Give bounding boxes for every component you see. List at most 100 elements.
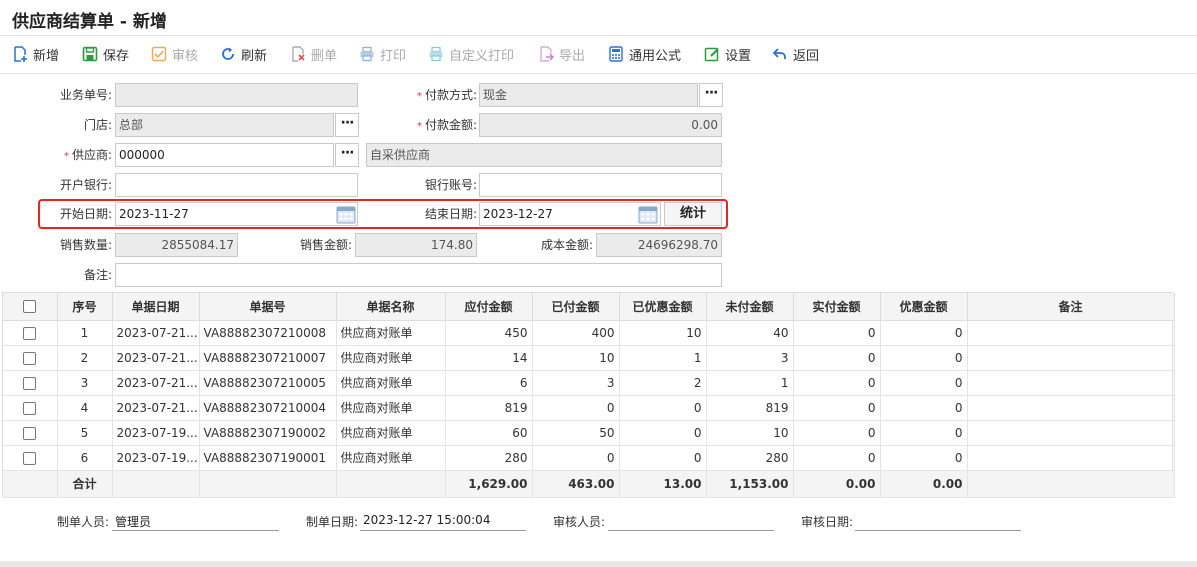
cell-payable: 60 — [445, 420, 533, 446]
cell-actual-paid[interactable]: 0 — [793, 320, 881, 346]
pay-method-picker-button[interactable]: ··· — [699, 83, 723, 107]
cell-discount[interactable]: 0 — [880, 420, 968, 446]
audit-button[interactable]: 审核 — [151, 44, 198, 64]
stat-button[interactable]: 统计 — [664, 202, 722, 226]
supplier-code-field[interactable]: 000000 — [115, 143, 334, 167]
delete-button[interactable]: 删单 — [290, 44, 337, 64]
cell-remark[interactable] — [967, 445, 1175, 471]
cell-remark[interactable] — [967, 320, 1175, 346]
column-header[interactable]: 应付金额 — [445, 293, 533, 321]
column-header[interactable]: 未付金额 — [706, 293, 794, 321]
table-row[interactable]: 3 2023-07-21... VA88882307210005 供应商对账单 6 3 2 1… — [3, 370, 1175, 396]
cell-discount[interactable]: 0 — [880, 370, 968, 396]
cell-doc-name: 供应商对账单 — [336, 320, 446, 346]
export-button-label: 导出 — [559, 48, 586, 64]
column-header[interactable]: 备注 — [967, 293, 1175, 321]
audit-check-icon — [151, 46, 167, 62]
cell-doc-name: 供应商对账单 — [336, 345, 446, 371]
cell-payable: 450 — [445, 320, 533, 346]
cell-discount[interactable]: 0 — [880, 395, 968, 421]
settings-button[interactable]: 设置 — [704, 44, 751, 64]
account-field[interactable] — [479, 173, 722, 197]
column-header[interactable]: 实付金额 — [793, 293, 881, 321]
cell-discount[interactable]: 0 — [880, 320, 968, 346]
print-button[interactable]: 打印 — [359, 44, 406, 64]
select-all-cell[interactable] — [3, 293, 58, 321]
auditor-label: 审核人员: — [553, 515, 606, 529]
cell-actual-paid[interactable]: 0 — [793, 420, 881, 446]
row-checkbox[interactable] — [23, 401, 37, 415]
pay-amount-field[interactable]: 0.00 — [479, 113, 722, 137]
total-empty-cell — [967, 470, 1175, 498]
cell-remark[interactable] — [967, 370, 1175, 396]
formula-button[interactable]: 通用公式 — [608, 44, 681, 64]
save-button[interactable]: 保存 — [82, 44, 129, 64]
column-header[interactable]: 单据号 — [199, 293, 337, 321]
printer-icon — [360, 46, 374, 62]
row-checkbox[interactable] — [23, 451, 37, 465]
column-header[interactable]: 序号 — [57, 293, 113, 321]
cell-discount[interactable]: 0 — [880, 445, 968, 471]
total-empty-cell — [3, 470, 58, 498]
start-date-field[interactable]: 2023-11-27 — [115, 202, 358, 226]
creator-label: 制单人员: — [57, 515, 110, 529]
end-date-calendar-icon[interactable] — [638, 204, 658, 224]
supplier-name-field[interactable]: 自采供应商 — [366, 143, 722, 167]
cell-no: 4 — [57, 395, 113, 421]
row-select-cell[interactable] — [3, 445, 58, 471]
row-select-cell[interactable] — [3, 320, 58, 346]
column-header[interactable]: 已付金额 — [532, 293, 620, 321]
row-select-cell[interactable] — [3, 395, 58, 421]
cell-date: 2023-07-21... — [112, 370, 200, 396]
table-row[interactable]: 1 2023-07-21... VA88882307210008 供应商对账单 450 4… — [3, 320, 1175, 346]
table-row[interactable]: 6 2023-07-19... VA88882307190001 供应商对账单 280 0… — [3, 445, 1175, 471]
refresh-button[interactable]: 刷新 — [220, 44, 267, 64]
table-row[interactable]: 2 2023-07-21... VA88882307210007 供应商对账单 14 10… — [3, 345, 1175, 371]
cell-doc-name: 供应商对账单 — [336, 420, 446, 446]
row-checkbox[interactable] — [23, 376, 37, 390]
cell-discounted: 0 — [619, 420, 707, 446]
cell-discount[interactable]: 0 — [880, 345, 968, 371]
cell-actual-paid[interactable]: 0 — [793, 370, 881, 396]
sales-qty-field[interactable]: 2855084.17 — [115, 233, 238, 257]
table-row[interactable]: 5 2023-07-19... VA88882307190002 供应商对账单 60 50… — [3, 420, 1175, 446]
sales-amount-field[interactable]: 174.80 — [355, 233, 477, 257]
cell-actual-paid[interactable]: 0 — [793, 395, 881, 421]
cell-remark[interactable] — [967, 345, 1175, 371]
row-checkbox[interactable] — [23, 426, 37, 440]
column-header[interactable]: 优惠金额 — [880, 293, 968, 321]
total-empty-cell — [199, 470, 337, 498]
column-header[interactable]: 单据名称 — [336, 293, 446, 321]
table-row[interactable]: 4 2023-07-21... VA88882307210004 供应商对账单 819 0… — [3, 395, 1175, 421]
start-date-calendar-icon[interactable] — [336, 204, 356, 224]
export-button[interactable]: 导出 — [538, 44, 585, 64]
column-header[interactable]: 单据日期 — [112, 293, 200, 321]
store-picker-button[interactable]: ··· — [335, 113, 359, 137]
store-field[interactable]: 总部 — [115, 113, 334, 137]
row-select-cell[interactable] — [3, 420, 58, 446]
cell-actual-paid[interactable]: 0 — [793, 345, 881, 371]
cell-actual-paid[interactable]: 0 — [793, 445, 881, 471]
custom-print-button[interactable]: 自定义打印 — [428, 44, 514, 64]
back-button[interactable]: 返回 — [772, 44, 819, 64]
supplier-picker-button[interactable]: ··· — [335, 143, 359, 167]
store-label: 门店: — [83, 118, 112, 132]
row-select-cell[interactable] — [3, 345, 58, 371]
new-button[interactable]: 新增 — [12, 44, 59, 64]
pay-method-field[interactable]: 现金 — [479, 83, 698, 107]
biz-no-field[interactable] — [115, 83, 358, 107]
bank-field[interactable] — [115, 173, 358, 197]
end-date-field[interactable]: 2023-12-27 — [479, 202, 661, 226]
select-all-checkbox[interactable] — [23, 300, 37, 314]
cell-remark[interactable] — [967, 420, 1175, 446]
column-header[interactable]: 已优惠金额 — [619, 293, 707, 321]
row-checkbox[interactable] — [23, 351, 37, 365]
row-checkbox[interactable] — [23, 326, 37, 340]
account-label: 银行账号: — [424, 178, 477, 192]
new-document-icon — [14, 46, 27, 62]
cost-amount-field[interactable]: 24696298.70 — [596, 233, 722, 257]
total-unpaid: 1,153.00 — [706, 470, 794, 498]
remark-field[interactable] — [115, 263, 722, 287]
cell-remark[interactable] — [967, 395, 1175, 421]
row-select-cell[interactable] — [3, 370, 58, 396]
